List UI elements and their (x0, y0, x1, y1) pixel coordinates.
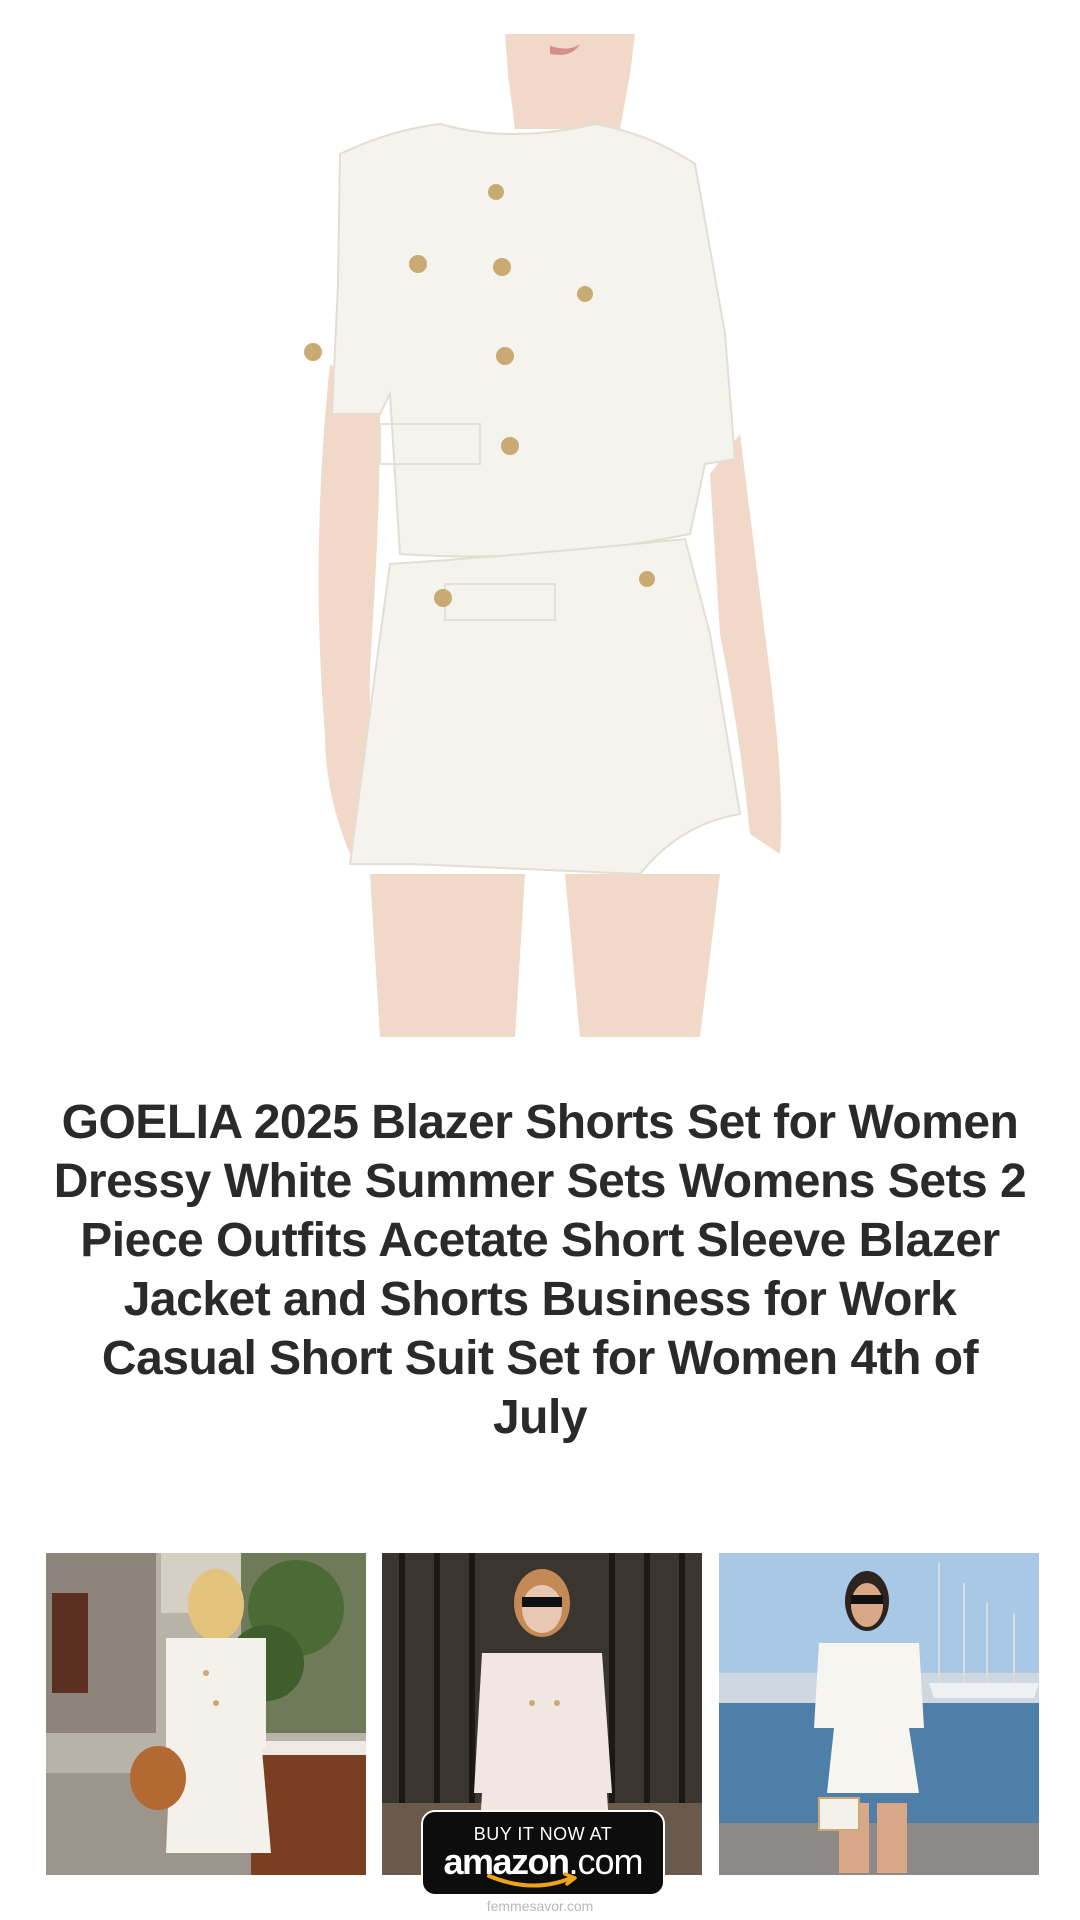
gallery-thumbnail[interactable] (46, 1553, 366, 1875)
site-watermark: femmesavor.com (486, 1898, 594, 1914)
product-photo-icon (280, 34, 820, 1037)
gallery-thumbnail[interactable] (719, 1553, 1039, 1875)
street-photo-icon (46, 1553, 366, 1875)
amazon-smile-icon (487, 1872, 577, 1888)
product-title: GOELIA 2025 Blazer Shorts Set for Women … (53, 1096, 1027, 1444)
product-main-image[interactable] (280, 34, 820, 1037)
buy-on-amazon-button[interactable]: BUY IT NOW AT amazon.com (421, 1810, 665, 1896)
harbor-photo-icon (719, 1553, 1039, 1875)
